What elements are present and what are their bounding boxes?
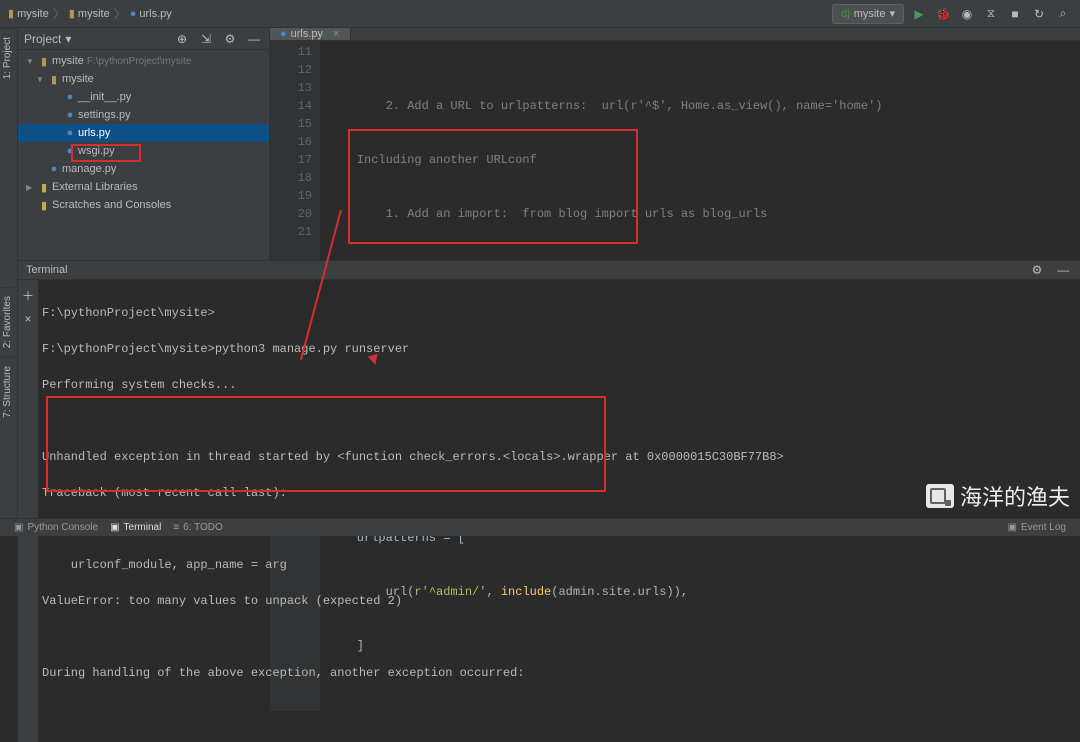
log-icon: ▣ xyxy=(1008,522,1017,533)
hide-icon[interactable]: — xyxy=(245,30,263,48)
python-icon: ● xyxy=(46,163,62,175)
update-button[interactable]: ↻ xyxy=(1030,5,1048,23)
terminal-body: ＋ × F:\pythonProject\mysite> F:\pythonPr… xyxy=(18,280,1080,742)
scratch-icon: ▮ xyxy=(36,199,52,212)
python-icon: ● xyxy=(62,127,78,139)
tree-file-manage[interactable]: ●manage.py xyxy=(18,160,269,178)
project-title: Project xyxy=(24,32,61,46)
stop-button[interactable]: ■ xyxy=(1006,5,1024,23)
tree-file-settings[interactable]: ●settings.py xyxy=(18,106,269,124)
debug-button[interactable]: 🐞 xyxy=(934,5,952,23)
python-icon: ● xyxy=(62,145,78,157)
terminal-content[interactable]: F:\pythonProject\mysite> F:\pythonProjec… xyxy=(38,280,1080,742)
project-panel-header: Project ▾ ⊕ ⇲ ⚙ — xyxy=(18,28,269,50)
favorites-tool-tab[interactable]: 2: Favorites xyxy=(0,287,15,356)
toolbar-right: dj mysite ▾ ▶ 🐞 ◉ ⧖ ■ ↻ ⌕ xyxy=(832,4,1080,24)
coverage-button[interactable]: ◉ xyxy=(958,5,976,23)
terminal-gutter: ＋ × xyxy=(18,280,38,742)
folder-icon: ▮ xyxy=(69,7,75,20)
folder-icon: ▮ xyxy=(8,7,14,20)
tree-root[interactable]: ▼▮mysite F:\pythonProject\mysite xyxy=(18,52,269,70)
editor-area: ● urls.py × 1112131415161718192021 2. Ad… xyxy=(270,28,1080,260)
tree-scratches[interactable]: ▮Scratches and Consoles xyxy=(18,196,269,214)
hide-icon[interactable]: — xyxy=(1054,261,1072,279)
profile-button[interactable]: ⧖ xyxy=(982,5,1000,23)
chevron-down-icon: ▾ xyxy=(889,7,895,20)
project-panel: Project ▾ ⊕ ⇲ ⚙ — ▼▮mysite F:\pythonProj… xyxy=(18,28,270,260)
terminal-header: Terminal ⚙ — xyxy=(18,261,1080,280)
breadcrumb-project[interactable]: ▮mysite xyxy=(8,7,49,20)
todo-tab[interactable]: ≡6: TODO xyxy=(167,522,229,533)
breadcrumb-file[interactable]: ●urls.py xyxy=(130,8,172,20)
editor-tab-urls[interactable]: ● urls.py × xyxy=(270,28,351,40)
terminal-icon: ▣ xyxy=(110,522,119,533)
breadcrumb-sep: 〉 xyxy=(114,5,126,22)
console-icon: ▣ xyxy=(14,522,23,533)
close-tab-icon[interactable]: × xyxy=(19,310,37,328)
chevron-down-icon[interactable]: ▾ xyxy=(65,32,71,46)
python-icon: ● xyxy=(62,109,78,121)
breadcrumb-sep: 〉 xyxy=(53,5,65,22)
run-button[interactable]: ▶ xyxy=(910,5,928,23)
project-tool-tab[interactable]: 1: Project xyxy=(0,28,15,87)
breadcrumb: ▮mysite 〉 ▮mysite 〉 ●urls.py xyxy=(0,5,172,22)
folder-icon: ▮ xyxy=(46,73,62,86)
terminal-tab[interactable]: ▣Terminal xyxy=(104,522,167,533)
terminal-panel: Terminal ⚙ — ＋ × F:\pythonProject\mysite… xyxy=(18,260,1080,518)
search-button[interactable]: ⌕ xyxy=(1054,5,1072,23)
status-bar: ▣Python Console ▣Terminal ≡6: TODO ▣Even… xyxy=(0,518,1080,536)
python-console-tab[interactable]: ▣Python Console xyxy=(8,522,104,533)
todo-icon: ≡ xyxy=(173,522,179,533)
gear-icon[interactable]: ⚙ xyxy=(1028,261,1046,279)
tree-external-libs[interactable]: ▶▮External Libraries xyxy=(18,178,269,196)
left-tool-strip: 1: Project 2: Favorites 7: Structure xyxy=(0,28,18,518)
python-icon: ● xyxy=(280,28,287,40)
event-log-tab[interactable]: ▣Event Log xyxy=(1002,522,1073,533)
structure-tool-tab[interactable]: 7: Structure xyxy=(0,357,15,426)
terminal-title: Terminal xyxy=(26,264,68,276)
close-tab-icon[interactable]: × xyxy=(333,28,339,40)
settings-icon[interactable]: ⚙ xyxy=(221,30,239,48)
python-icon: ● xyxy=(130,8,137,20)
project-tree: ▼▮mysite F:\pythonProject\mysite ▼▮mysit… xyxy=(18,50,269,216)
run-config-selector[interactable]: dj mysite ▾ xyxy=(832,4,904,24)
python-icon: ● xyxy=(62,91,78,103)
scroll-to-source-icon[interactable]: ⊕ xyxy=(173,30,191,48)
annotation-box-code xyxy=(348,129,638,244)
tree-file-wsgi[interactable]: ●wsgi.py xyxy=(18,142,269,160)
top-toolbar: ▮mysite 〉 ▮mysite 〉 ●urls.py dj mysite ▾… xyxy=(0,0,1080,28)
add-tab-icon[interactable]: ＋ xyxy=(19,286,37,304)
editor-tabs: ● urls.py × xyxy=(270,28,1080,41)
folder-icon: ▮ xyxy=(36,55,52,68)
django-icon: dj xyxy=(841,8,850,20)
tree-file-urls[interactable]: ●urls.py xyxy=(18,124,269,142)
collapse-all-icon[interactable]: ⇲ xyxy=(197,30,215,48)
tree-app-folder[interactable]: ▼▮mysite xyxy=(18,70,269,88)
annotation-box-terminal xyxy=(46,396,606,492)
tree-file-init[interactable]: ●__init__.py xyxy=(18,88,269,106)
library-icon: ▮ xyxy=(36,181,52,194)
main-split: Project ▾ ⊕ ⇲ ⚙ — ▼▮mysite F:\pythonProj… xyxy=(18,28,1080,260)
breadcrumb-folder[interactable]: ▮mysite xyxy=(69,7,110,20)
